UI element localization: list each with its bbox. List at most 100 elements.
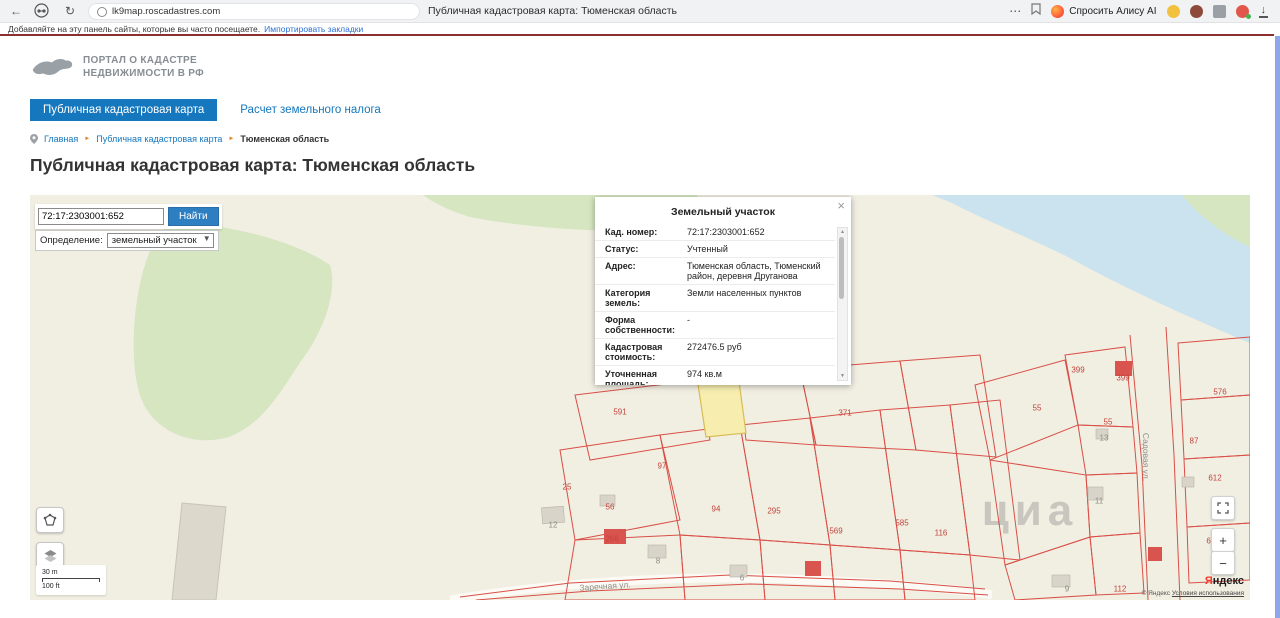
breadcrumb-separator-icon: ► [84, 136, 90, 142]
scroll-up-icon[interactable]: ▲ [838, 229, 847, 235]
popup-row-label: Уточненная площадь: [605, 369, 687, 385]
watermark: циа [982, 486, 1079, 536]
popup-row-value: 272476.5 руб [687, 342, 835, 362]
bookmarks-bar: Добавляйте на эту панель сайты, которые … [0, 23, 1280, 34]
alice-label: Спросить Алису AI [1069, 6, 1156, 17]
zoom-out-button[interactable]: − [1211, 551, 1235, 575]
more-options-icon[interactable]: ⋯ [1009, 0, 1021, 22]
popup-row: Статус:Учтенный [595, 241, 835, 258]
parcel-label: 56 [606, 503, 615, 512]
popup-row-label: Статус: [605, 244, 687, 254]
copyright-text: © Яндекс [1142, 590, 1170, 597]
popup-row-label: Адрес: [605, 261, 687, 281]
parcel-info-popup: Земельный участок × Кад. номер:72:17:230… [595, 197, 851, 385]
parcel-label: 576 [1213, 388, 1226, 397]
parcel-label: 585 [895, 519, 908, 528]
parcel-label: 371 [838, 409, 851, 418]
import-bookmarks-link[interactable]: Импортировать закладки [264, 24, 363, 34]
fullscreen-button[interactable] [1211, 496, 1235, 520]
scale-metric: 30 m [42, 568, 100, 578]
popup-scrollbar[interactable]: ▲ ▼ [837, 227, 848, 381]
terms-link[interactable]: Условия использования [1172, 590, 1244, 597]
search-panel: Найти [35, 204, 222, 229]
parcel-label: 399 [1116, 374, 1129, 383]
popup-row-label: Форма собственности: [605, 315, 687, 335]
pin-icon [30, 134, 38, 144]
browser-toolbar: ← ↻ lk9map.roscadastres.com Публичная ка… [0, 0, 1280, 23]
popup-row-value: 72:17:2303001:652 [687, 227, 835, 237]
popup-title: Земельный участок [595, 197, 851, 218]
alice-icon [1051, 5, 1064, 18]
parcel-label: 12 [549, 521, 558, 530]
site-logo[interactable]: ПОРТАЛ О КАДАСТРЕ НЕДВИЖИМОСТИ В РФ [30, 54, 204, 80]
popup-row-value: Тюменская область, Тюменский район, дере… [687, 261, 835, 281]
tab-land-tax-calc[interactable]: Расчет земельного налога [227, 99, 394, 121]
parcel-label: 9 [1065, 585, 1069, 594]
parcel-label: 116 [935, 529, 948, 538]
popup-row: Форма собственности:- [595, 312, 835, 339]
parcel-label: 8 [656, 557, 660, 566]
breadcrumb-home[interactable]: Главная [44, 134, 78, 144]
measure-area-button[interactable] [36, 507, 64, 533]
map-canvas[interactable]: 5913719725569429556958511639939955555768… [30, 195, 1250, 600]
popup-row-label: Кадастровая стоимость: [605, 342, 687, 362]
parcel-label: 295 [767, 507, 780, 516]
popup-row-value: - [687, 315, 835, 335]
close-icon[interactable]: × [837, 198, 845, 213]
toolbar-right: ⋯ Спросить Алису AI ↓ [1009, 0, 1268, 22]
tab-public-cadastral-map[interactable]: Публичная кадастровая карта [30, 99, 217, 121]
popup-row-value: 974 кв.м [687, 369, 835, 385]
parcel-label: 94 [712, 505, 721, 514]
search-input[interactable] [38, 208, 164, 225]
parcel-label: 97 [658, 462, 667, 471]
definition-select[interactable]: земельный участок ▼ [107, 233, 214, 248]
popup-row: Кадастровая стоимость:272476.5 руб [595, 339, 835, 366]
popup-row-value: Учтенный [687, 244, 835, 254]
extension-icon-1[interactable] [1167, 5, 1180, 18]
bookmark-flag-icon[interactable] [1031, 2, 1041, 20]
extension-icon-3[interactable] [1213, 5, 1226, 18]
parcel-label: 13 [1100, 434, 1109, 443]
popup-row: Адрес:Тюменская область, Тюменский район… [595, 258, 835, 285]
popup-row-label: Категория земель: [605, 288, 687, 308]
parcel-label: 591 [613, 408, 626, 417]
back-icon[interactable]: ← [8, 0, 24, 22]
adblock-icon[interactable] [1236, 5, 1249, 18]
alice-button[interactable]: Спросить Алису AI [1051, 5, 1156, 18]
site-nav: Публичная кадастровая карта Расчет земел… [30, 99, 394, 121]
page-scrollbar[interactable] [1275, 36, 1280, 618]
address-bar[interactable]: lk9map.roscadastres.com [88, 3, 420, 20]
breadcrumb: Главная ► Публичная кадастровая карта ► … [30, 134, 329, 144]
parcel-label: 399 [1071, 366, 1084, 375]
extension-icon-2[interactable] [1190, 5, 1203, 18]
breadcrumb-separator-icon: ► [228, 136, 234, 142]
scroll-down-icon[interactable]: ▼ [838, 373, 847, 379]
parcel-label: 55 [1033, 404, 1042, 413]
parcel-label: 6 [740, 574, 744, 583]
street-label: Заречная ул. [579, 579, 631, 593]
logo-line-2: НЕДВИЖИМОСТИ В РФ [83, 67, 204, 80]
map-attribution: Яндекс © Яндекс Условия использования [1142, 574, 1244, 598]
chevron-down-icon: ▼ [203, 234, 211, 243]
scale-imperial: 100 ft [42, 582, 100, 592]
incognito-profile-icon[interactable] [34, 3, 50, 23]
popup-row: Кад. номер:72:17:2303001:652 [595, 224, 835, 241]
breadcrumb-current: Тюменская область [240, 134, 329, 144]
search-button[interactable]: Найти [168, 207, 219, 226]
parcel-label: 25 [563, 483, 572, 492]
divider-line [0, 34, 1274, 36]
parcel-label: 55 [1104, 418, 1113, 427]
parcel-label: 612 [1208, 474, 1221, 483]
scroll-thumb[interactable] [839, 237, 844, 299]
breadcrumb-map[interactable]: Публичная кадастровая карта [96, 134, 222, 144]
download-icon[interactable]: ↓ [1259, 5, 1269, 18]
tab-title: Публичная кадастровая карта: Тюменская о… [428, 0, 677, 22]
refresh-icon[interactable]: ↻ [62, 0, 78, 22]
russia-map-icon [30, 54, 74, 80]
yandex-logo[interactable]: Яндекс [1142, 574, 1244, 589]
layers-icon [43, 548, 58, 563]
popup-rows: Кад. номер:72:17:2303001:652Статус:Учтен… [595, 224, 851, 385]
zoom-in-button[interactable]: + [1211, 528, 1235, 552]
site-security-icon[interactable] [97, 7, 107, 17]
definition-value: земельный участок [112, 235, 197, 246]
